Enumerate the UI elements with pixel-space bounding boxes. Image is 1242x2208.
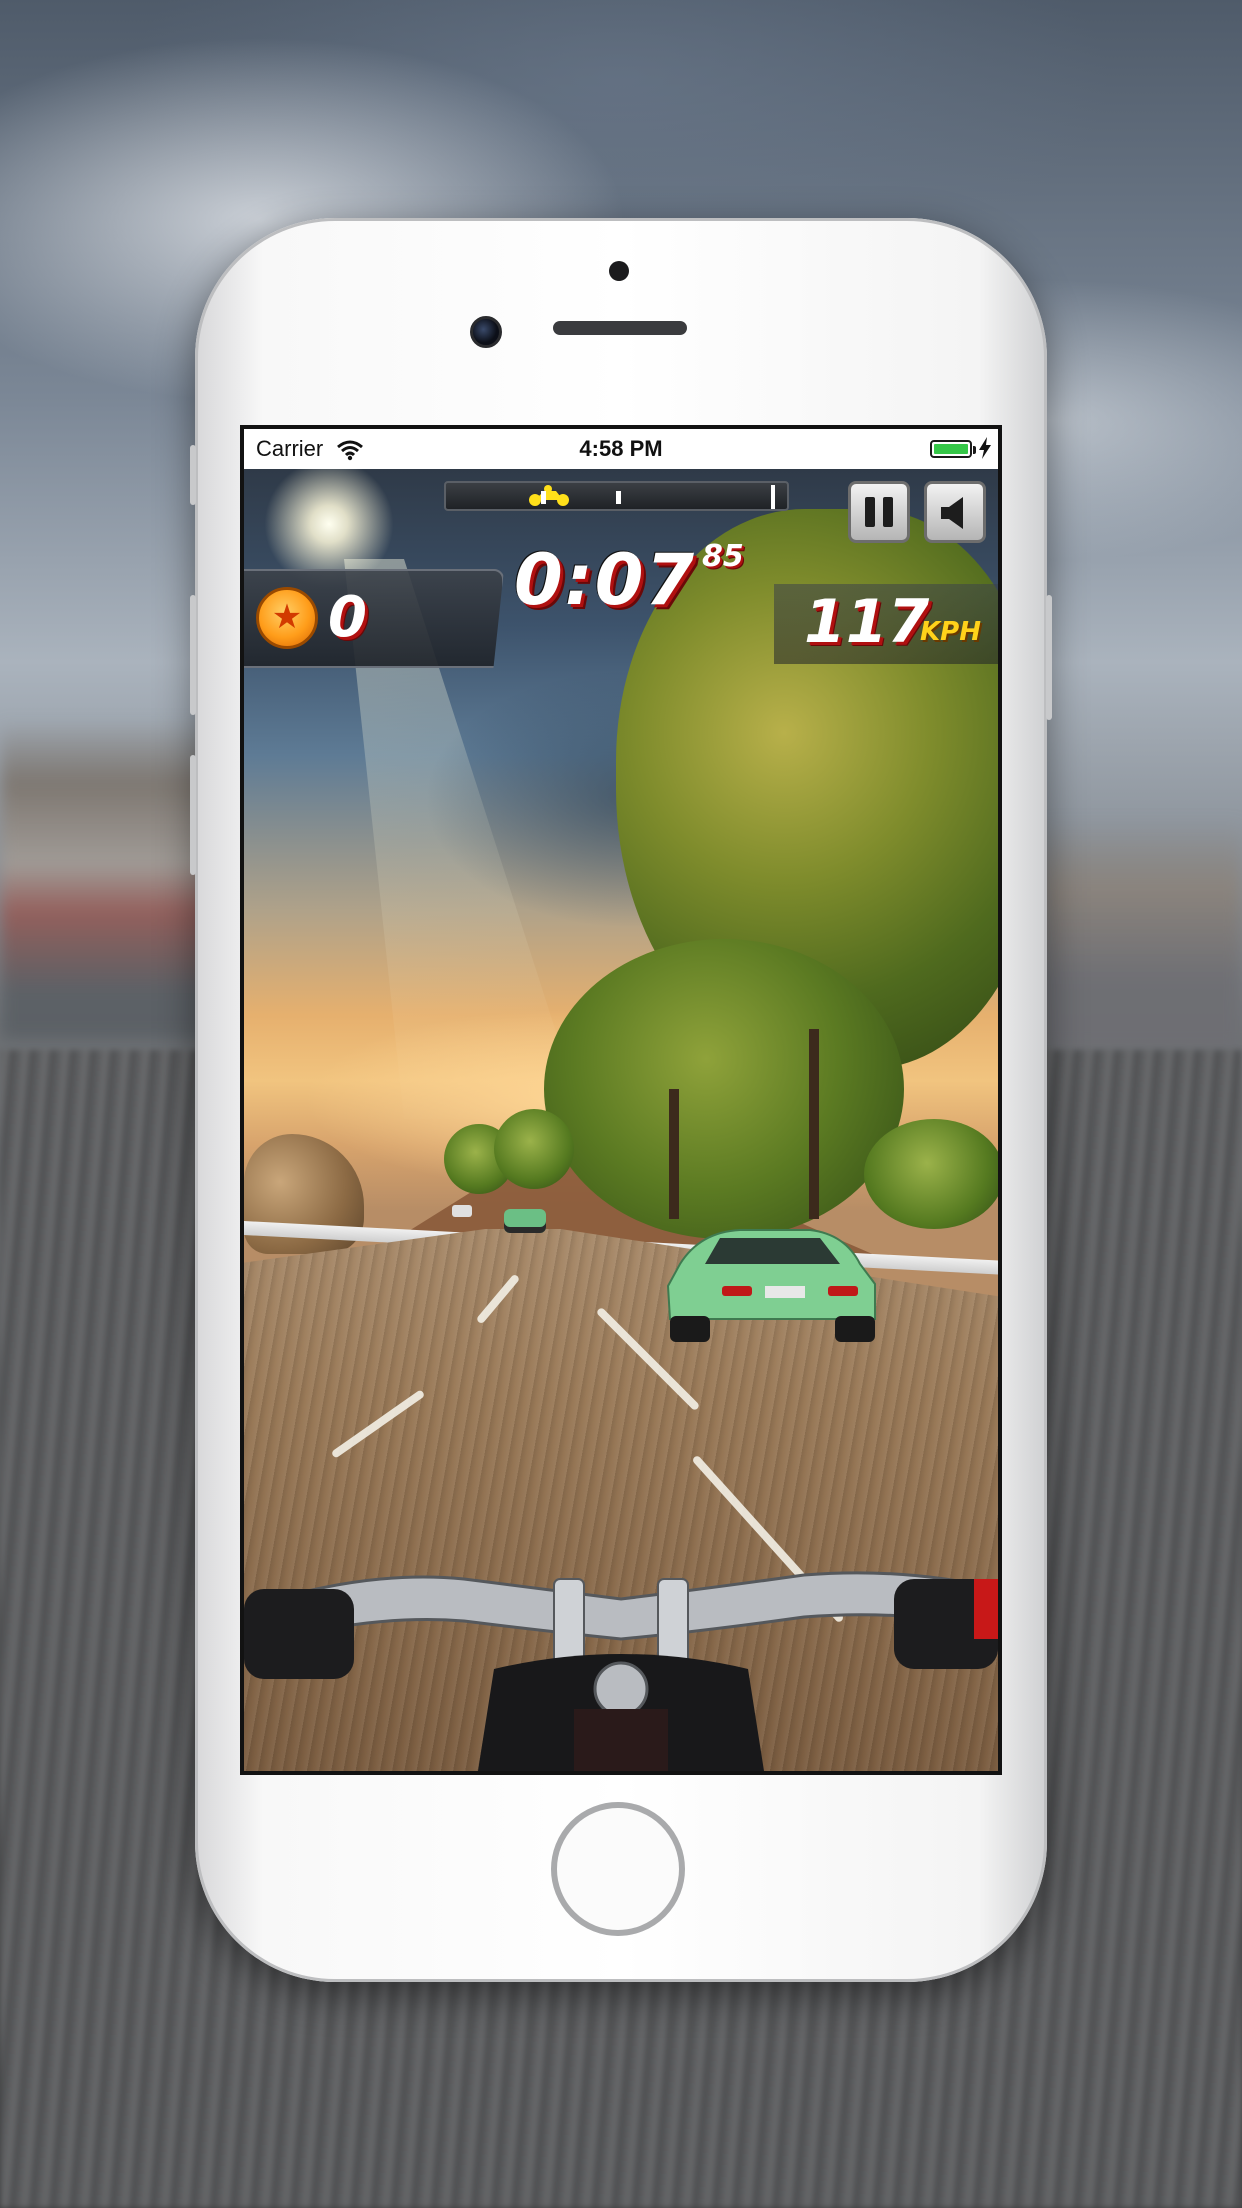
phone-screen: Carrier 4:58 PM 0:07 85 ★ 0 117 KPH (240, 425, 1002, 1775)
speaker-icon (941, 497, 963, 529)
coin-panel: ★ 0 (244, 569, 504, 668)
speed-value: 117 (804, 587, 930, 657)
charging-icon (979, 437, 991, 459)
pause-button[interactable] (848, 481, 910, 543)
distant-tree (864, 1119, 998, 1229)
tree-trunk (809, 1029, 819, 1219)
progress-marker (616, 491, 621, 504)
race-progress-bar (444, 481, 789, 511)
motorcycle-handlebar (244, 1571, 998, 1771)
battery-icon (930, 440, 976, 458)
race-timer-hundredths: 85 (702, 539, 744, 574)
mute-switch (190, 755, 196, 875)
pause-icon (883, 497, 893, 527)
volume-up-button (190, 445, 196, 505)
game-viewport[interactable]: 0:07 85 ★ 0 117 KPH (244, 469, 998, 1771)
tree-trunk (669, 1089, 679, 1219)
background-grandstand-left (0, 720, 220, 1040)
distant-tree (494, 1109, 574, 1189)
clock: 4:58 PM (579, 436, 663, 461)
proximity-sensor (609, 261, 629, 281)
finish-marker (771, 485, 775, 509)
background-grandstand-right (1042, 820, 1242, 1050)
speed-unit: KPH (920, 617, 981, 647)
front-camera (470, 316, 502, 348)
power-button (1046, 595, 1052, 720)
star-icon: ★ (271, 598, 303, 636)
volume-down-button (190, 595, 196, 715)
traffic-car-distant (452, 1205, 472, 1217)
status-bar: Carrier 4:58 PM (244, 429, 998, 469)
battery-level (934, 444, 968, 454)
traffic-car-green-far (504, 1209, 546, 1233)
progress-marker (541, 491, 546, 504)
traffic-car-green (666, 1229, 876, 1342)
pause-icon (865, 497, 875, 527)
motorcycle-progress-icon (529, 485, 569, 506)
earpiece-speaker (553, 321, 687, 335)
race-timer: 0:07 (514, 539, 697, 621)
battery-tip (973, 446, 976, 454)
coin-count: 0 (328, 585, 367, 650)
sound-toggle-button[interactable] (924, 481, 986, 543)
coin-icon: ★ (256, 587, 318, 649)
roadside-trees (544, 939, 904, 1239)
home-button[interactable] (551, 1802, 685, 1936)
